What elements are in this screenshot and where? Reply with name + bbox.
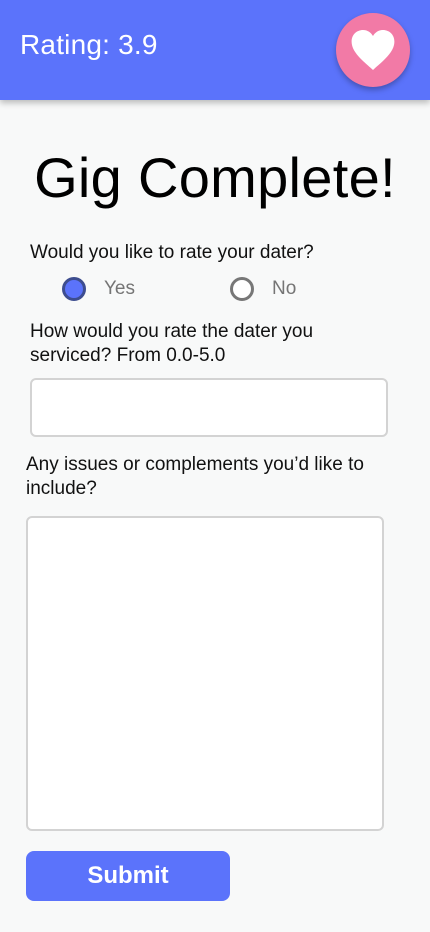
top-bar: Rating: 3.9 <box>0 0 430 100</box>
rate-dater-question: Would you like to rate your dater? <box>30 242 314 263</box>
rating-question: How would you rate the dater you service… <box>30 321 314 366</box>
page-title: Gig Complete! <box>34 146 396 209</box>
comments-question: Any issues or complements you’d like to … <box>26 454 364 499</box>
rating-input[interactable] <box>30 378 388 437</box>
radio-yes-label: Yes <box>104 278 135 299</box>
submit-button[interactable]: Submit <box>26 851 230 901</box>
radio-unselected-indicator[interactable] <box>230 277 254 301</box>
heart-icon <box>351 30 395 70</box>
favorite-button[interactable] <box>336 13 410 87</box>
rate-dater-radio-group: Yes No <box>62 276 382 304</box>
radio-yes[interactable]: Yes <box>62 276 135 302</box>
comments-textarea[interactable] <box>26 516 384 831</box>
radio-no-label: No <box>272 278 297 299</box>
radio-selected-indicator[interactable] <box>62 277 86 301</box>
gig-complete-page: Rating: 3.9 Gig Complete! Would you like… <box>0 0 430 932</box>
rating-display: Rating: 3.9 <box>20 29 158 60</box>
radio-no[interactable]: No <box>230 276 296 302</box>
